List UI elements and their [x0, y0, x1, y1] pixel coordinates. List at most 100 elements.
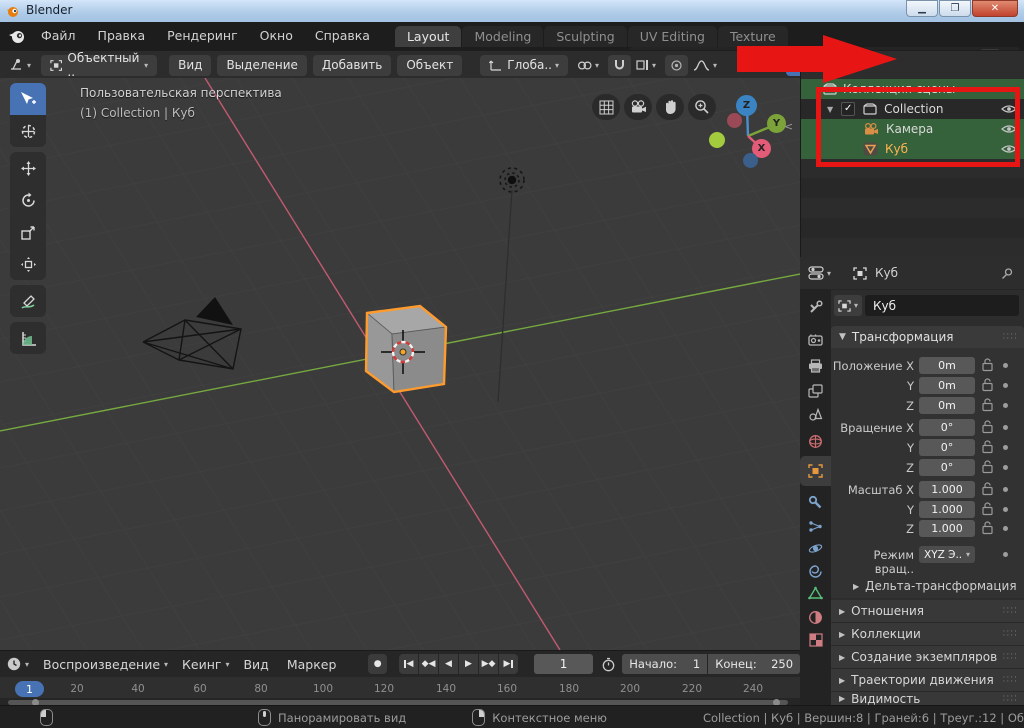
- outliner-row-camera[interactable]: Камера: [801, 119, 1024, 139]
- lock-icon[interactable]: [981, 439, 994, 454]
- properties-editor-icon[interactable]: [808, 266, 824, 280]
- menu-keying[interactable]: Кеинг: [182, 657, 221, 672]
- outliner-row-cube[interactable]: Куб: [801, 139, 1024, 159]
- workspace-tab-modeling[interactable]: Modeling: [462, 26, 543, 47]
- eye-icon[interactable]: [1001, 144, 1017, 154]
- toggle-projection-button[interactable]: [592, 94, 620, 120]
- menu-view[interactable]: Вид: [243, 657, 268, 672]
- current-frame-field[interactable]: 1: [534, 654, 593, 674]
- scale-x-field[interactable]: 1.000: [919, 481, 975, 498]
- cube-object[interactable]: [366, 306, 446, 392]
- pan-view-button[interactable]: [656, 94, 684, 120]
- gizmo-x-neg-axis[interactable]: [727, 113, 742, 128]
- minimize-button[interactable]: ▁: [906, 0, 938, 17]
- use-preview-range-button[interactable]: [601, 657, 616, 672]
- navigation-gizmo[interactable]: Z Y X: [700, 86, 790, 156]
- eye-icon[interactable]: [1001, 104, 1017, 114]
- section-instancing[interactable]: ▶Создание экземпляров········: [831, 646, 1024, 669]
- cursor-tool-button[interactable]: [10, 115, 46, 147]
- lock-icon[interactable]: [981, 481, 994, 496]
- close-button[interactable]: ✕: [972, 0, 1018, 17]
- gizmo-y-neg-axis[interactable]: [709, 132, 725, 148]
- move-tool-button[interactable]: [10, 152, 46, 184]
- menu-edit[interactable]: Правка: [87, 22, 157, 50]
- rotate-tool-button[interactable]: [10, 184, 46, 216]
- snap-target-button[interactable]: ▾: [633, 55, 659, 76]
- frame-start-field[interactable]: Начало:1: [622, 654, 707, 674]
- lock-icon[interactable]: [981, 459, 994, 474]
- menu-select[interactable]: Выделение: [217, 55, 306, 76]
- panel-grip-icon[interactable]: ········: [1003, 333, 1018, 341]
- annotate-tool-button[interactable]: [10, 285, 46, 317]
- menu-render[interactable]: Рендеринг: [156, 22, 249, 50]
- animate-dot[interactable]: [1003, 526, 1008, 531]
- workspace-tab-uvediting[interactable]: UV Editing: [628, 26, 717, 47]
- collection-checkbox[interactable]: ✓: [841, 102, 855, 116]
- menu-view[interactable]: Вид: [169, 55, 211, 76]
- section-relations[interactable]: ▶Отношения········: [831, 600, 1024, 623]
- jump-to-end-button[interactable]: ▶: [499, 654, 518, 674]
- tab-texture[interactable]: [800, 627, 831, 653]
- snap-toggle-button[interactable]: [608, 55, 631, 76]
- lock-icon[interactable]: [981, 520, 994, 535]
- location-x-field[interactable]: 0m: [919, 357, 975, 374]
- tab-object[interactable]: [800, 456, 831, 486]
- auto-keying-button[interactable]: ●: [368, 654, 387, 674]
- menu-file[interactable]: Файл: [30, 22, 87, 50]
- lock-icon[interactable]: [981, 397, 994, 412]
- tab-tool[interactable]: [800, 294, 831, 320]
- prev-keyframe-button[interactable]: ◆◀: [419, 654, 438, 674]
- tab-modifiers[interactable]: [800, 489, 831, 515]
- tab-render[interactable]: [800, 326, 831, 352]
- expand-triangle-icon[interactable]: ▼: [827, 105, 833, 114]
- mode-selector[interactable]: Объектный ..▾: [41, 55, 157, 76]
- lock-icon[interactable]: [981, 377, 994, 392]
- light-object[interactable]: [500, 168, 524, 192]
- lock-icon[interactable]: [981, 501, 994, 516]
- animate-dot[interactable]: [1003, 383, 1008, 388]
- object-id-icon-button[interactable]: ▾: [834, 295, 862, 316]
- play-reverse-button[interactable]: ◀: [439, 654, 458, 674]
- camera-view-button[interactable]: [624, 94, 652, 120]
- outliner-row-collection[interactable]: ▼ ✓ Collection: [801, 99, 1024, 119]
- delta-transform-subpanel[interactable]: ▶ Дельта-трансформация: [845, 576, 1017, 596]
- scale-z-field[interactable]: 1.000: [919, 520, 975, 537]
- measure-tool-button[interactable]: [10, 322, 46, 354]
- viewport-3d[interactable]: Пользовательская перспектива (1) Collect…: [0, 78, 800, 650]
- tab-scene[interactable]: [800, 401, 831, 427]
- select-tool-button[interactable]: [10, 83, 46, 115]
- show-gizmo-button[interactable]: ▾: [752, 55, 780, 76]
- section-visibility[interactable]: ▶Видимость········: [831, 692, 1024, 706]
- animate-dot[interactable]: [1003, 363, 1008, 368]
- outliner-row-scene-collection[interactable]: Коллекция сцены: [801, 79, 1024, 99]
- rotation-mode-dropdown[interactable]: XYZ Э..▾: [919, 546, 975, 563]
- next-keyframe-button[interactable]: ▶◆: [479, 654, 498, 674]
- lock-icon[interactable]: [981, 357, 994, 372]
- play-button[interactable]: ▶: [459, 654, 478, 674]
- blender-app-icon[interactable]: [8, 27, 26, 45]
- object-name-input[interactable]: Куб: [865, 295, 1019, 316]
- lock-icon[interactable]: [981, 419, 994, 434]
- transform-panel-header[interactable]: ▼ Трансформация ········: [831, 326, 1024, 348]
- proportional-falloff-button[interactable]: ▾: [690, 55, 720, 76]
- menu-marker[interactable]: Маркер: [287, 657, 337, 672]
- animate-dot[interactable]: [1003, 445, 1008, 450]
- pin-icon[interactable]: [1001, 267, 1014, 280]
- rotation-z-field[interactable]: 0°: [919, 459, 975, 476]
- location-y-field[interactable]: 0m: [919, 377, 975, 394]
- tab-object-data[interactable]: [800, 580, 831, 606]
- gizmo-z-axis[interactable]: Z: [736, 95, 757, 116]
- jump-to-start-button[interactable]: ◀: [399, 654, 418, 674]
- scale-tool-button[interactable]: [10, 216, 46, 248]
- section-collections[interactable]: ▶Коллекции········: [831, 623, 1024, 646]
- workspace-tab-layout[interactable]: Layout: [395, 26, 462, 47]
- workspace-tab-texture[interactable]: Texture: [718, 26, 788, 47]
- maximize-button[interactable]: ❐: [939, 0, 971, 17]
- menu-add[interactable]: Добавить: [313, 55, 391, 76]
- animate-dot[interactable]: [1003, 465, 1008, 470]
- scale-y-field[interactable]: 1.000: [919, 501, 975, 518]
- menu-help[interactable]: Справка: [304, 22, 381, 50]
- animate-dot[interactable]: [1003, 425, 1008, 430]
- menu-object[interactable]: Объект: [397, 55, 462, 76]
- gizmo-z-neg-axis[interactable]: [743, 153, 758, 168]
